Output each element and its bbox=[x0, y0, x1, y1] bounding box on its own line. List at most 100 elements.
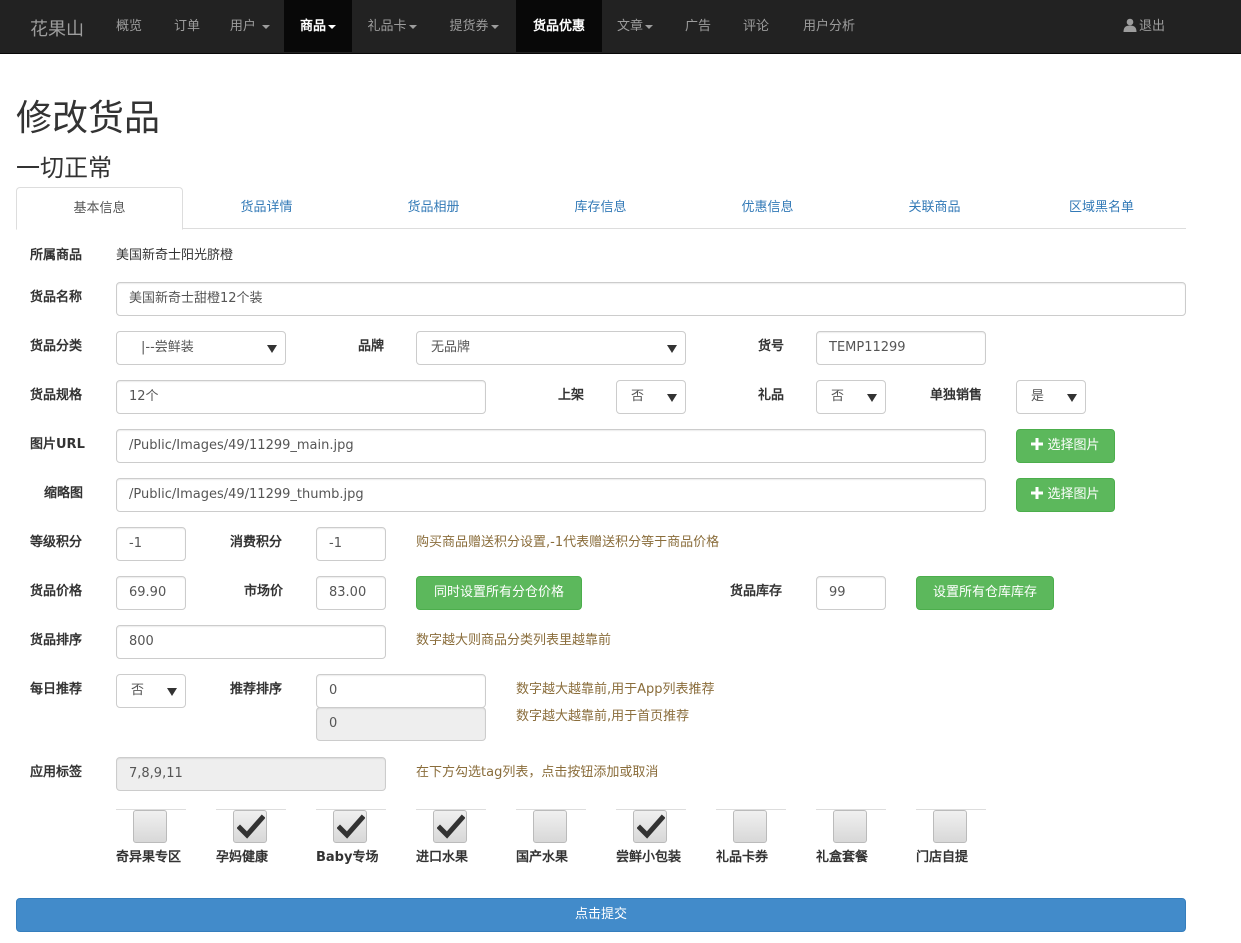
tags-help-text: 在下方勾选tag列表，点击按钮添加或取消 bbox=[416, 765, 659, 780]
tab-bar: 基本信息 货品详情 货品相册 库存信息 优惠信息 关联商品 区域黑名单 bbox=[16, 187, 1186, 230]
choose-thumbnail-button[interactable]: 选择图片 bbox=[1016, 478, 1115, 512]
tab-product-album[interactable]: 货品相册 bbox=[350, 187, 517, 229]
solo-sale-select[interactable]: 是 bbox=[1016, 380, 1086, 414]
daily-recommend-select[interactable]: 否 bbox=[116, 674, 186, 708]
image-url-input[interactable]: /Public/Images/49/11299_main.jpg bbox=[116, 429, 986, 463]
gift-select[interactable]: 否 bbox=[816, 380, 886, 414]
nav-item-overview[interactable]: 概览 bbox=[101, 0, 157, 52]
price-input[interactable]: 69.90 bbox=[116, 576, 186, 610]
nav-label: 订单 bbox=[173, 19, 200, 34]
checkmark-icon bbox=[237, 814, 265, 839]
plus-icon bbox=[1031, 438, 1044, 450]
tab-basic-info[interactable]: 基本信息 bbox=[16, 187, 183, 230]
gift-label: 礼品 bbox=[758, 388, 785, 403]
tags-input: 7,8,9,11 bbox=[116, 757, 386, 791]
checkbox[interactable] bbox=[733, 810, 767, 843]
checkbox[interactable] bbox=[333, 810, 367, 843]
level-points-label: 等级积分 bbox=[30, 535, 83, 550]
tab-discount-info[interactable]: 优惠信息 bbox=[684, 187, 851, 229]
tag-label: Baby专场 bbox=[316, 850, 379, 865]
recommend-sort-input[interactable]: 0 bbox=[316, 674, 486, 708]
brand-logo[interactable]: 花果山 bbox=[30, 15, 84, 41]
recommend-sort-label: 推荐排序 bbox=[230, 682, 283, 697]
tab-related-products[interactable]: 关联商品 bbox=[851, 187, 1018, 229]
spend-points-label: 消费积分 bbox=[230, 535, 283, 550]
checkmark-icon bbox=[637, 814, 665, 839]
nav-item-users[interactable]: 用户 bbox=[217, 0, 283, 52]
nav-label: 概览 bbox=[115, 19, 142, 34]
nav-item-gift-cards[interactable]: 礼品卡 bbox=[352, 0, 432, 52]
set-all-warehouse-stock-button[interactable]: 设置所有仓库库存 bbox=[916, 576, 1054, 610]
nav-item-products[interactable]: 商品 bbox=[284, 0, 352, 52]
tab-region-blacklist[interactable]: 区域黑名单 bbox=[1018, 187, 1185, 229]
level-points-input[interactable]: -1 bbox=[116, 527, 186, 561]
nav-label: 用户分析 bbox=[802, 19, 855, 34]
sort-input[interactable]: 800 bbox=[116, 625, 386, 659]
tag-checkbox-item[interactable]: Baby专场 bbox=[316, 809, 386, 865]
nav-label: 提货券 bbox=[449, 19, 489, 34]
brand-select[interactable]: 无品牌 bbox=[416, 331, 686, 365]
checkbox[interactable] bbox=[133, 810, 167, 843]
tag-checkbox-item[interactable]: 礼品卡券 bbox=[716, 809, 786, 865]
tag-checkbox-item[interactable]: 门店自提 bbox=[916, 809, 986, 865]
navbar: 花果山 概览 订单 用户 商品 礼品卡 提货券 货品优惠 文章 广告 评论 用户… bbox=[0, 0, 1241, 54]
set-all-warehouse-price-button[interactable]: 同时设置所有分仓价格 bbox=[416, 576, 582, 610]
product-label: 所属商品 bbox=[30, 248, 83, 263]
tag-checkbox-item[interactable]: 国产水果 bbox=[516, 809, 586, 865]
tag-label: 国产水果 bbox=[516, 850, 569, 865]
thumbnail-label: 缩略图 bbox=[44, 486, 84, 501]
choose-image-button[interactable]: 选择图片 bbox=[1016, 429, 1115, 463]
market-price-input[interactable]: 83.00 bbox=[316, 576, 386, 610]
tag-checkbox-item[interactable]: 孕妈健康 bbox=[216, 809, 286, 865]
caret-down-icon bbox=[262, 24, 271, 29]
tag-checkbox-item[interactable]: 奇异果专区 bbox=[116, 809, 186, 865]
checkbox[interactable] bbox=[833, 810, 867, 843]
dropdown-arrow-icon bbox=[167, 688, 177, 696]
tag-label: 进口水果 bbox=[416, 850, 469, 865]
caret-down-icon bbox=[328, 24, 336, 29]
nav-item-comments[interactable]: 评论 bbox=[728, 0, 784, 52]
plus-icon bbox=[1031, 487, 1044, 499]
nav-item-user-analytics[interactable]: 用户分析 bbox=[786, 0, 872, 52]
spec-input[interactable]: 12个 bbox=[116, 380, 486, 414]
tag-checkbox-item[interactable]: 进口水果 bbox=[416, 809, 486, 865]
category-selected: |--尝鲜装 bbox=[141, 340, 194, 355]
checkbox[interactable] bbox=[533, 810, 567, 843]
name-label: 货品名称 bbox=[30, 290, 83, 305]
submit-button[interactable]: 点击提交 bbox=[16, 898, 1186, 932]
stock-input[interactable]: 99 bbox=[816, 576, 886, 610]
onsale-select[interactable]: 否 bbox=[616, 380, 686, 414]
nav-item-product-promotions[interactable]: 货品优惠 bbox=[516, 0, 602, 52]
logout-link[interactable]: 退出 bbox=[1123, 0, 1165, 52]
home-sort-help-text: 数字越大越靠前,用于首页推荐 bbox=[516, 709, 690, 724]
tag-checkbox-item[interactable]: 尝鲜小包装 bbox=[616, 809, 686, 865]
nav-label: 广告 bbox=[684, 19, 711, 34]
caret-down-icon bbox=[490, 24, 499, 29]
nav-label: 评论 bbox=[742, 19, 769, 34]
checkbox[interactable] bbox=[933, 810, 967, 843]
nav-label: 文章 bbox=[616, 19, 643, 34]
thumbnail-url-input[interactable]: /Public/Images/49/11299_thumb.jpg bbox=[116, 478, 986, 512]
nav-item-vouchers[interactable]: 提货券 bbox=[434, 0, 514, 52]
checkbox[interactable] bbox=[633, 810, 667, 843]
nav-item-orders[interactable]: 订单 bbox=[159, 0, 215, 52]
tag-checkbox-item[interactable]: 礼盒套餐 bbox=[816, 809, 886, 865]
checkbox[interactable] bbox=[233, 810, 267, 843]
solo-sale-label: 单独销售 bbox=[930, 388, 983, 403]
nav-item-articles[interactable]: 文章 bbox=[602, 0, 668, 52]
home-sort-input: 0 bbox=[316, 707, 486, 741]
dropdown-arrow-icon bbox=[667, 394, 677, 402]
nav-label: 礼品卡 bbox=[367, 19, 407, 34]
gift-selected: 否 bbox=[831, 389, 845, 404]
nav-item-ads[interactable]: 广告 bbox=[670, 0, 726, 52]
tab-inventory-info[interactable]: 库存信息 bbox=[517, 187, 684, 229]
category-select[interactable]: |--尝鲜装 bbox=[116, 331, 286, 365]
dropdown-arrow-icon bbox=[267, 345, 277, 353]
checkbox[interactable] bbox=[433, 810, 467, 843]
sku-input[interactable]: TEMP11299 bbox=[816, 331, 986, 365]
logout-label: 退出 bbox=[1139, 19, 1166, 34]
product-name-input[interactable]: 美国新奇士甜橙12个装 bbox=[116, 282, 1186, 316]
tab-product-details[interactable]: 货品详情 bbox=[183, 187, 350, 229]
price-label: 货品价格 bbox=[30, 584, 83, 599]
spend-points-input[interactable]: -1 bbox=[316, 527, 386, 561]
